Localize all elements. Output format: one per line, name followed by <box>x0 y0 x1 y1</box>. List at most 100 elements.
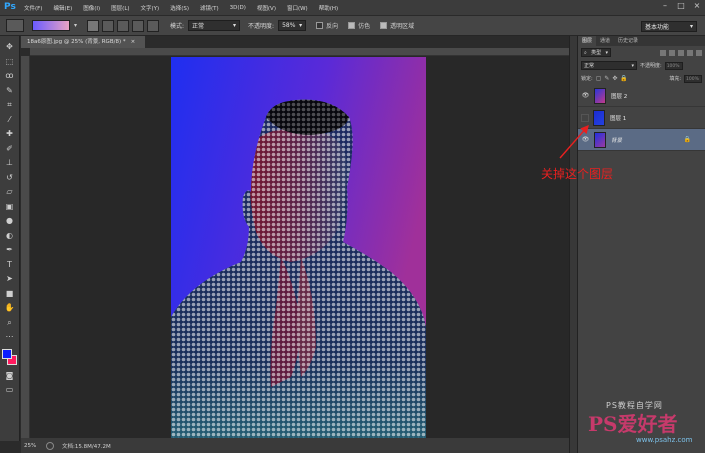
reverse-label: 反向 <box>326 23 339 30</box>
angle-gradient-button[interactable] <box>117 19 130 32</box>
gradient-tool-icon[interactable]: ▣ <box>3 200 17 213</box>
lock-options[interactable]: ▢✎✥🔒 <box>596 75 631 82</box>
diamond-gradient-button[interactable] <box>147 19 160 32</box>
brush-tool-icon[interactable]: ✐ <box>3 142 17 155</box>
zoom-tool-icon[interactable]: ⌕ <box>3 316 17 329</box>
annotation-text: 关掉这个图层 <box>541 167 614 181</box>
layer-opacity-input[interactable]: 100% <box>664 61 683 70</box>
pixel-filter-icon[interactable] <box>660 49 666 56</box>
opacity-input[interactable]: 58% ▾ <box>278 20 307 31</box>
blend-mode-select[interactable]: 正常 ▾ <box>581 61 637 70</box>
watermark: PS教程自学网 PS爱好者 www.psahz.com <box>584 400 702 450</box>
menu-image[interactable]: 图像(I) <box>83 4 100 12</box>
menu-help[interactable]: 帮助(H) <box>319 4 338 12</box>
transparency-label: 透明区域 <box>390 23 415 30</box>
close-icon[interactable]: × <box>693 2 701 10</box>
screen-mode-icon[interactable]: ▭ <box>3 383 17 396</box>
chevron-down-icon: ▾ <box>299 22 303 29</box>
workspace-select[interactable]: 基本功能 ▾ <box>641 21 697 32</box>
gradient-picker[interactable] <box>32 20 70 31</box>
close-icon[interactable]: × <box>131 39 136 45</box>
move-tool-icon[interactable]: ✥ <box>3 40 17 53</box>
reflected-gradient-button[interactable] <box>132 19 145 32</box>
hand-tool-icon[interactable]: ✋ <box>3 301 17 314</box>
lock-icon: 🔒 <box>683 136 691 143</box>
dither-label: 仿色 <box>358 23 371 30</box>
minimize-icon[interactable]: – <box>661 2 669 10</box>
info-icon[interactable] <box>46 441 54 450</box>
eraser-tool-icon[interactable]: ▱ <box>3 185 17 198</box>
crop-tool-icon[interactable]: ⌗ <box>3 98 17 111</box>
layer-row[interactable]: 👁 图层 2 <box>578 85 705 107</box>
menu-file[interactable]: 文件(F) <box>24 4 42 12</box>
annotation-arrow <box>559 124 589 159</box>
menu-window[interactable]: 窗口(W) <box>287 4 308 12</box>
halftone-portrait <box>171 57 426 439</box>
vertical-ruler <box>21 56 30 438</box>
menu-view[interactable]: 视图(V) <box>257 4 276 12</box>
tool-preset-picker[interactable] <box>6 19 24 32</box>
zoom-level[interactable]: 25% <box>24 443 46 449</box>
dodge-tool-icon[interactable]: ◐ <box>3 229 17 242</box>
layer-filter-row: ⌕ 类型 ▾ <box>578 46 705 59</box>
tab-history[interactable]: 历史记录 <box>614 36 642 46</box>
adjustment-filter-icon[interactable] <box>669 49 675 56</box>
menu-3d[interactable]: 3D(D) <box>230 5 246 11</box>
menu-type[interactable]: 文字(Y) <box>141 4 160 12</box>
layer-name[interactable]: 图层 2 <box>611 92 627 100</box>
document-title: 18a6原图.jpg @ 25% (背景, RGB/8) * <box>27 39 126 45</box>
layer-name[interactable]: 背景 <box>611 136 622 144</box>
document-image[interactable] <box>171 57 426 439</box>
radial-gradient-button[interactable] <box>102 19 115 32</box>
path-select-tool-icon[interactable]: ➤ <box>3 272 17 285</box>
watermark-logo-text: PS爱好者 <box>588 412 678 436</box>
marquee-tool-icon[interactable]: ⬚ <box>3 55 17 68</box>
eyedropper-tool-icon[interactable]: ⁄ <box>3 113 17 126</box>
shape-tool-icon[interactable]: ■ <box>3 287 17 300</box>
workspace-value: 基本功能 <box>645 24 670 31</box>
tab-layers[interactable]: 图层 <box>578 36 597 46</box>
healing-tool-icon[interactable]: ✚ <box>3 127 17 140</box>
watermark-url: www.psahz.com <box>636 436 693 444</box>
chevron-down-icon: ▾ <box>631 62 634 69</box>
status-bar: 25% 文档:15.8M/47.2M <box>21 438 569 453</box>
opacity-value: 58% <box>282 22 296 29</box>
layer-name[interactable]: 图层 1 <box>610 114 626 122</box>
eye-icon[interactable]: 👁 <box>581 91 590 100</box>
color-swatches[interactable] <box>1 348 18 365</box>
filter-kind: 类型 <box>591 49 602 56</box>
opacity-label: 不透明度: <box>248 23 275 30</box>
mode-value: 正常 <box>192 23 205 30</box>
menu-edit[interactable]: 编辑(E) <box>53 4 72 12</box>
photoshop-logo: Ps <box>4 2 16 12</box>
layer-filter-select[interactable]: ⌕ 类型 ▾ <box>581 48 611 57</box>
reverse-checkbox[interactable] <box>316 22 324 29</box>
chevron-down-icon[interactable]: ▾ <box>74 22 77 29</box>
foreground-color-swatch[interactable] <box>1 348 12 359</box>
shape-filter-icon[interactable] <box>687 49 693 56</box>
pen-tool-icon[interactable]: ✒ <box>3 243 17 256</box>
panel-collapse-strip[interactable] <box>569 36 577 453</box>
smart-filter-icon[interactable] <box>696 49 702 56</box>
type-filter-icon[interactable] <box>678 49 684 56</box>
window-controls: – □ × <box>661 2 701 10</box>
dither-checkbox[interactable] <box>348 22 356 29</box>
stamp-tool-icon[interactable]: ⊥ <box>3 156 17 169</box>
menu-select[interactable]: 选择(S) <box>170 4 189 12</box>
more-icon[interactable]: ⋯ <box>3 330 17 343</box>
lasso-tool-icon[interactable]: ꝏ <box>3 69 17 82</box>
history-brush-tool-icon[interactable]: ↺ <box>3 171 17 184</box>
linear-gradient-button[interactable] <box>87 19 100 32</box>
transparency-checkbox[interactable] <box>380 22 388 29</box>
quick-select-tool-icon[interactable]: ✎ <box>3 84 17 97</box>
type-tool-icon[interactable]: T <box>3 258 17 271</box>
menu-layer[interactable]: 图层(L) <box>111 4 129 12</box>
quick-mask-icon[interactable]: ◙ <box>3 369 17 382</box>
document-tab[interactable]: 18a6原图.jpg @ 25% (背景, RGB/8) * × <box>21 36 145 48</box>
mode-select[interactable]: 正常 ▾ <box>188 20 241 31</box>
fill-input[interactable]: 100% <box>684 74 702 83</box>
maximize-icon[interactable]: □ <box>677 2 685 10</box>
blur-tool-icon[interactable]: ● <box>3 214 17 227</box>
tab-channels[interactable]: 通道 <box>596 36 614 46</box>
menu-filter[interactable]: 滤镜(T) <box>200 4 219 12</box>
